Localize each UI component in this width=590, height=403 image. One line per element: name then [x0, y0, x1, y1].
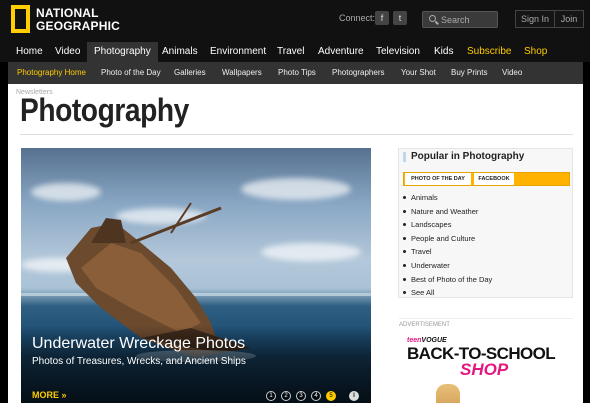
main-nav: Home Video Photography Animals Environme…: [0, 42, 590, 62]
search-box[interactable]: [422, 11, 498, 28]
nav-photography[interactable]: Photography: [87, 42, 158, 62]
pager-dot-1[interactable]: 1: [266, 391, 276, 401]
content-area: Newsletters Photography Underwater Wreck…: [8, 84, 583, 403]
pause-icon[interactable]: ‖: [349, 391, 359, 401]
nav-travel[interactable]: Travel: [277, 42, 304, 62]
ad-brand-teen: teen: [407, 337, 422, 344]
ad-brand[interactable]: teenVOGUE: [407, 337, 447, 344]
search-icon[interactable]: [429, 15, 436, 22]
nav-home[interactable]: Home: [16, 42, 43, 62]
tab-photo-of-the-day[interactable]: PHOTO OF THE DAY: [405, 173, 471, 185]
pager-dot-5[interactable]: 5: [326, 391, 336, 401]
natgeo-logo[interactable]: NATIONAL GEOGRAPHIC: [11, 5, 120, 33]
popular-tabs: PHOTO OF THE DAY FACEBOOK: [403, 172, 570, 186]
hero-slideshow[interactable]: Underwater Wreckage Photos Photos of Tre…: [21, 148, 371, 403]
pager-dot-4[interactable]: 4: [311, 391, 321, 401]
list-item[interactable]: People and Culture: [402, 234, 492, 248]
subnav-photo-tips[interactable]: Photo Tips: [278, 62, 316, 84]
title-divider: [20, 134, 573, 135]
join-button[interactable]: Join: [554, 10, 584, 28]
pager-dot-3[interactable]: 3: [296, 391, 306, 401]
subnav-photography-home[interactable]: Photography Home: [17, 62, 86, 84]
ad-divider: [399, 318, 573, 319]
facebook-icon[interactable]: f: [375, 11, 389, 25]
hero-title[interactable]: Underwater Wreckage Photos: [32, 335, 245, 353]
subnav-photo-of-the-day[interactable]: Photo of the Day: [101, 62, 161, 84]
heading-accent: [403, 152, 406, 162]
subnav-photographers[interactable]: Photographers: [332, 62, 384, 84]
list-item[interactable]: Travel: [402, 247, 492, 261]
nav-kids[interactable]: Kids: [434, 42, 453, 62]
twitter-icon[interactable]: t: [393, 11, 407, 25]
nav-adventure[interactable]: Adventure: [318, 42, 364, 62]
popular-heading: Popular in Photography: [411, 151, 525, 162]
ad-model-image: [436, 384, 460, 403]
pager-dot-2[interactable]: 2: [281, 391, 291, 401]
top-bar: NATIONAL GEOGRAPHIC Connect: f t Sign In…: [0, 0, 590, 44]
more-link[interactable]: MORE »: [32, 390, 67, 400]
page-title: Photography: [20, 92, 189, 128]
hero-subtitle: Photos of Treasures, Wrecks, and Ancient…: [32, 356, 246, 367]
sign-in-button[interactable]: Sign In: [515, 10, 555, 28]
subnav-galleries[interactable]: Galleries: [174, 62, 206, 84]
sub-nav: Photography Home Photo of the Day Galler…: [8, 62, 583, 84]
list-item[interactable]: Landscapes: [402, 220, 492, 234]
nav-shop[interactable]: Shop: [524, 42, 547, 62]
subnav-wallpapers[interactable]: Wallpapers: [222, 62, 262, 84]
connect-label: Connect:: [339, 13, 376, 23]
logo-line-2: GEOGRAPHIC: [36, 19, 121, 33]
logo-wordmark: NATIONAL GEOGRAPHIC: [36, 5, 120, 33]
list-item[interactable]: Underwater: [402, 261, 492, 275]
subnav-video[interactable]: Video: [502, 62, 522, 84]
nav-television[interactable]: Television: [376, 42, 420, 62]
list-item[interactable]: Animals: [402, 193, 492, 207]
search-input[interactable]: [441, 12, 495, 27]
subnav-your-shot[interactable]: Your Shot: [401, 62, 436, 84]
tab-facebook[interactable]: FACEBOOK: [474, 173, 514, 185]
ad-subheadline[interactable]: SHOP: [460, 360, 508, 380]
popular-panel: Popular in Photography PHOTO OF THE DAY …: [398, 148, 573, 298]
nav-video[interactable]: Video: [55, 42, 80, 62]
advertisement-label: ADVERTISEMENT: [399, 322, 450, 328]
list-item[interactable]: Best of Photo of the Day: [402, 275, 492, 289]
list-item[interactable]: See All: [402, 288, 492, 302]
yellow-border-logo-icon: [11, 5, 30, 33]
popular-list: Animals Nature and Weather Landscapes Pe…: [402, 193, 492, 302]
list-item[interactable]: Nature and Weather: [402, 207, 492, 221]
subnav-buy-prints[interactable]: Buy Prints: [451, 62, 487, 84]
nav-environment[interactable]: Environment: [210, 42, 266, 62]
ad-brand-vogue: VOGUE: [421, 337, 447, 344]
nav-subscribe[interactable]: Subscribe: [467, 42, 511, 62]
nav-animals[interactable]: Animals: [162, 42, 198, 62]
